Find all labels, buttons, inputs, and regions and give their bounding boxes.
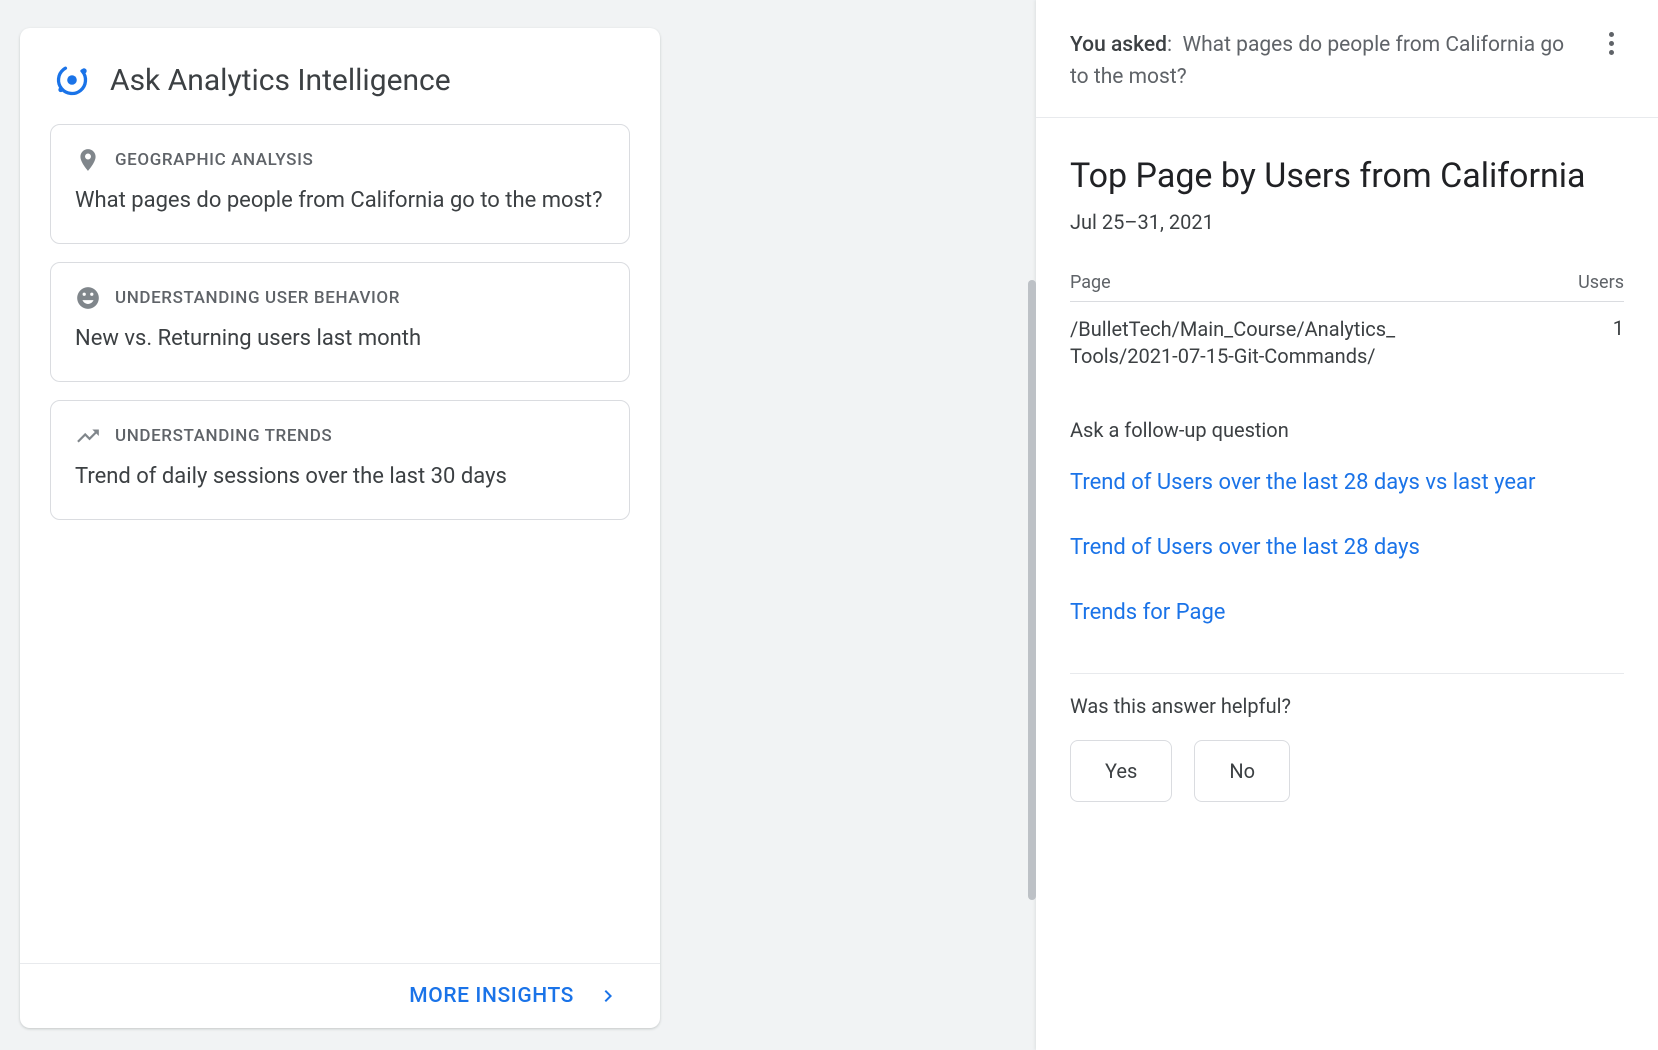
followup-list: Trend of Users over the last 28 days vs … (1070, 468, 1624, 628)
more-options-icon[interactable] (1598, 30, 1624, 56)
table-row: /BulletTech/Main_Course/Analytics_Tools/… (1070, 302, 1624, 370)
more-insights-link[interactable]: MORE INSIGHTS (409, 984, 574, 1008)
divider (1070, 673, 1624, 674)
answer-body: Top Page by Users from California Jul 25… (1036, 118, 1658, 1050)
followup-link[interactable]: Trends for Page (1070, 598, 1624, 629)
suggestions-list: GEOGRAPHIC ANALYSIS What pages do people… (20, 124, 660, 963)
no-button[interactable]: No (1194, 740, 1290, 802)
insights-header: Ask Analytics Intelligence (20, 28, 660, 124)
col-users-header: Users (1578, 272, 1624, 293)
asked-header: You asked: What pages do people from Cal… (1036, 0, 1658, 118)
answer-date-range: Jul 25–31, 2021 (1070, 210, 1624, 234)
suggestion-category: GEOGRAPHIC ANALYSIS (115, 150, 313, 170)
suggestion-behavior[interactable]: UNDERSTANDING USER BEHAVIOR New vs. Retu… (50, 262, 630, 382)
insights-area: Ask Analytics Intelligence GEOGRAPHIC AN… (0, 0, 680, 1050)
followup-link[interactable]: Trend of Users over the last 28 days (1070, 533, 1624, 564)
helpful-question: Was this answer helpful? (1070, 694, 1624, 718)
analytics-intelligence-icon (54, 62, 90, 98)
face-icon (75, 285, 101, 311)
insights-footer: MORE INSIGHTS (20, 963, 660, 1028)
cell-page: /BulletTech/Main_Course/Analytics_Tools/… (1070, 316, 1400, 370)
suggestion-question: What pages do people from California go … (75, 185, 605, 217)
answer-panel: You asked: What pages do people from Cal… (1036, 0, 1658, 1050)
suggestion-question: New vs. Returning users last month (75, 323, 605, 355)
feedback-buttons: Yes No (1070, 740, 1624, 802)
answer-title: Top Page by Users from California (1070, 154, 1624, 198)
followup-link[interactable]: Trend of Users over the last 28 days vs … (1070, 468, 1624, 499)
asked-text: You asked: What pages do people from Cal… (1070, 30, 1586, 93)
yes-button[interactable]: Yes (1070, 740, 1172, 802)
asked-prefix: You asked (1070, 33, 1167, 57)
scrollbar-thumb[interactable] (1028, 280, 1036, 900)
followup-heading: Ask a follow-up question (1070, 418, 1624, 442)
suggestion-category: UNDERSTANDING TRENDS (115, 426, 332, 446)
cell-users: 1 (1613, 316, 1624, 370)
suggestion-question: Trend of daily sessions over the last 30… (75, 461, 605, 493)
col-page-header: Page (1070, 272, 1111, 293)
table-header: Page Users (1070, 272, 1624, 302)
trending-up-icon (75, 423, 101, 449)
chevron-right-icon[interactable] (596, 984, 620, 1008)
insights-title: Ask Analytics Intelligence (110, 63, 451, 98)
pin-icon (75, 147, 101, 173)
suggestion-trends[interactable]: UNDERSTANDING TRENDS Trend of daily sess… (50, 400, 630, 520)
insights-card: Ask Analytics Intelligence GEOGRAPHIC AN… (20, 28, 660, 1028)
suggestion-geographic[interactable]: GEOGRAPHIC ANALYSIS What pages do people… (50, 124, 630, 244)
suggestion-category: UNDERSTANDING USER BEHAVIOR (115, 288, 400, 308)
